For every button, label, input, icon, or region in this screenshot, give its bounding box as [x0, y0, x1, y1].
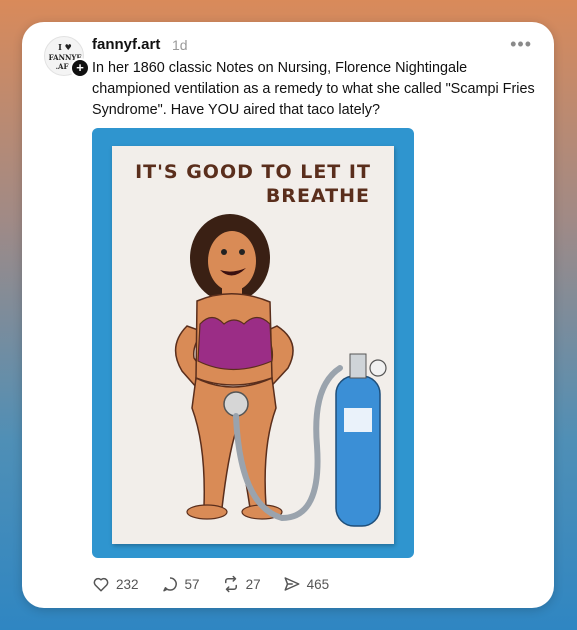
post-timestamp: 1d	[172, 37, 188, 53]
send-icon	[284, 577, 300, 591]
post-image[interactable]: IT'S GOOD TO LET IT BREATHE	[92, 128, 414, 558]
share-button[interactable]: 465	[283, 575, 330, 593]
reply-count: 57	[184, 576, 200, 592]
more-options-icon[interactable]: •••	[510, 34, 532, 55]
post-card: I ♥ FANNYF .AF + fannyf.art 1d ••• In he…	[22, 22, 554, 608]
comment-icon	[162, 577, 177, 592]
like-button[interactable]: 232	[92, 575, 139, 593]
share-count: 465	[306, 576, 330, 592]
post-actions: 232 57 27 465	[92, 572, 351, 596]
follow-plus-icon[interactable]: +	[70, 58, 90, 78]
username[interactable]: fannyf.art	[92, 36, 160, 53]
artwork-paper: IT'S GOOD TO LET IT BREATHE	[112, 146, 394, 544]
repost-icon	[224, 575, 237, 593]
heart-icon	[93, 577, 109, 592]
repost-count: 27	[245, 576, 261, 592]
svg-text:I ♥: I ♥	[58, 42, 72, 52]
reply-button[interactable]: 57	[161, 575, 200, 593]
repost-button[interactable]: 27	[222, 575, 261, 593]
artwork-illustration	[174, 214, 387, 527]
svg-text:.AF: .AF	[56, 62, 69, 71]
like-count: 232	[116, 576, 139, 592]
post-text: In her 1860 classic Notes on Nursing, Fl…	[92, 60, 535, 118]
avatar-container[interactable]: I ♥ FANNYF .AF +	[44, 36, 90, 78]
